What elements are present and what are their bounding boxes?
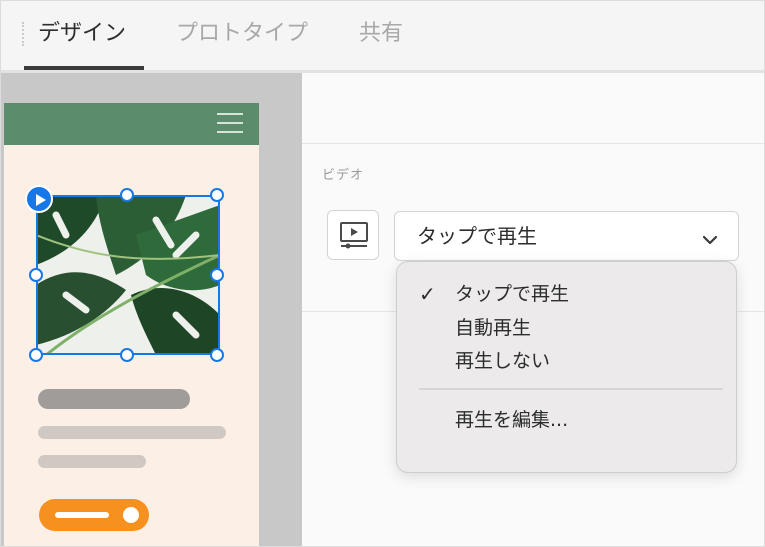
resize-handle-bottom-left[interactable]: [29, 348, 43, 362]
menu-item-label: 再生しない: [455, 350, 551, 372]
menu-item-label: 再生を編集...: [455, 409, 569, 431]
checkmark-icon: ✓: [419, 282, 436, 306]
menu-item-edit-playback[interactable]: 再生を編集...: [397, 404, 738, 436]
resize-handle-top[interactable]: [120, 188, 134, 202]
artboard[interactable]: [4, 103, 259, 547]
playback-dropdown-menu: ✓ タップで再生 自動再生 再生しない 再生を編集...: [396, 261, 737, 473]
menu-item-label: 自動再生: [455, 317, 532, 339]
placeholder-title-bar: [38, 389, 190, 409]
resize-handle-bottom-right[interactable]: [210, 348, 224, 362]
chevron-down-icon: [702, 230, 718, 249]
tab-prototype[interactable]: プロトタイプ: [176, 18, 308, 50]
menu-item-label: タップで再生: [455, 283, 570, 305]
resize-handle-bottom[interactable]: [120, 348, 134, 362]
selection-frame: [36, 195, 220, 355]
divider: [302, 143, 765, 144]
artboard-header: [4, 103, 259, 145]
playback-select[interactable]: タップで再生: [394, 211, 739, 261]
menu-item-autoplay[interactable]: 自動再生: [397, 312, 738, 344]
menu-item-tap-to-play[interactable]: ✓ タップで再生: [397, 278, 738, 310]
tab-share[interactable]: 共有: [359, 18, 403, 50]
play-icon[interactable]: [25, 185, 53, 213]
tab-bar: デザイン プロトタイプ 共有: [0, 0, 765, 72]
toggle-button-shape[interactable]: [39, 499, 149, 531]
video-player-icon[interactable]: [327, 210, 379, 260]
resize-handle-top-right[interactable]: [210, 188, 224, 202]
placeholder-text-bar: [38, 426, 226, 439]
playback-select-value: タップで再生: [417, 224, 537, 248]
design-canvas[interactable]: [0, 73, 302, 547]
menu-separator: [419, 388, 723, 390]
resize-handle-right[interactable]: [210, 268, 224, 282]
resize-handle-left[interactable]: [29, 268, 43, 282]
placeholder-text-bar: [38, 455, 146, 468]
menu-item-no-play[interactable]: 再生しない: [397, 345, 738, 377]
hamburger-icon: [217, 113, 243, 133]
drag-grip-icon[interactable]: [22, 22, 27, 46]
section-label-video: ビデオ: [322, 168, 365, 183]
tab-design[interactable]: デザイン: [38, 18, 126, 50]
